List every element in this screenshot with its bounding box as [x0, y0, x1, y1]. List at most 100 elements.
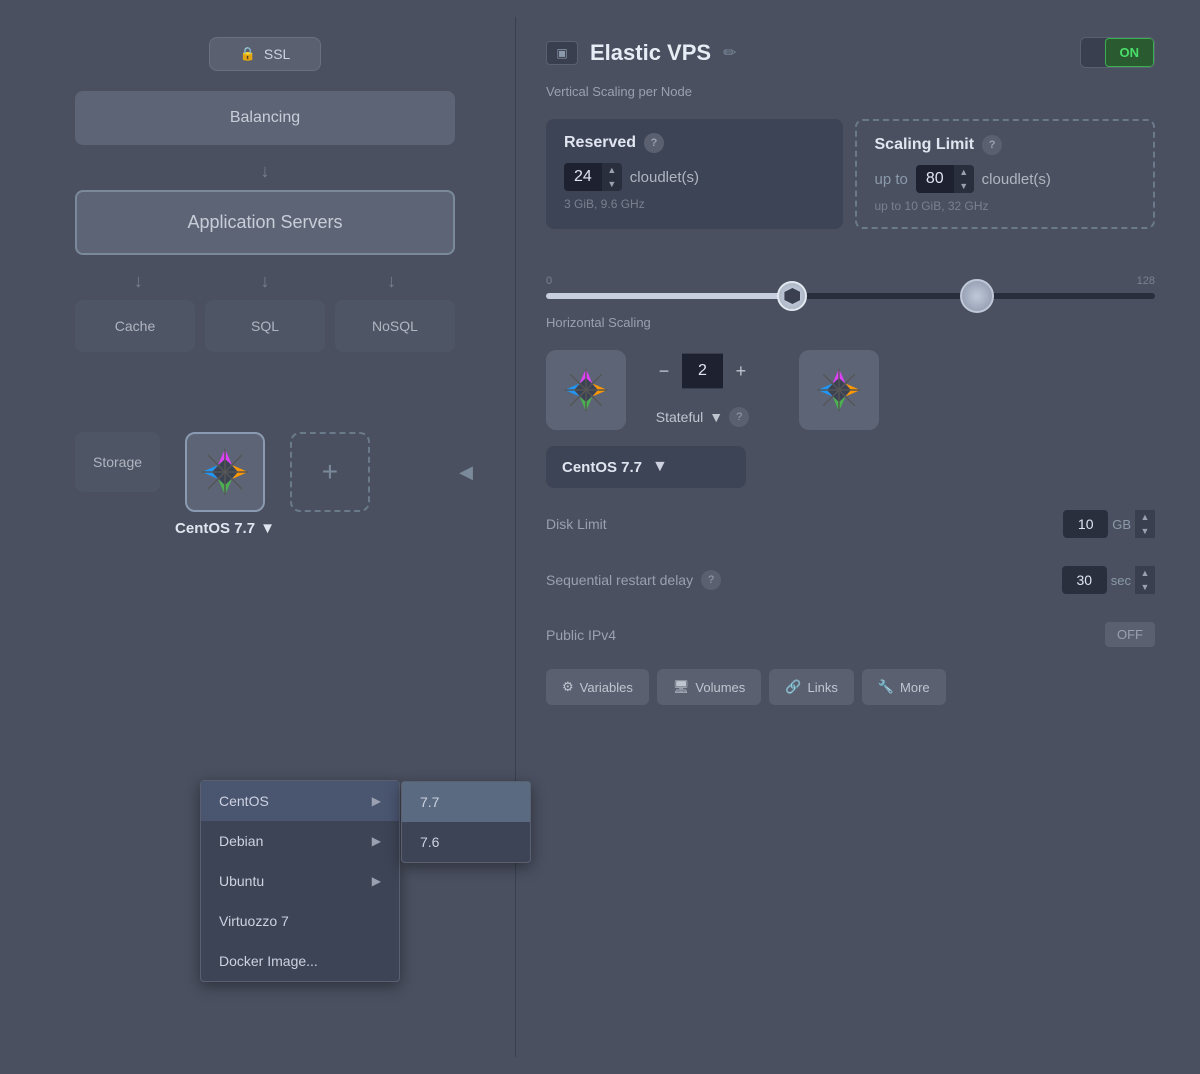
storage-button[interactable]: Storage	[75, 432, 160, 492]
cache-button[interactable]: Cache	[75, 300, 195, 352]
db-buttons-row: Cache SQL NoSQL	[75, 300, 455, 352]
h-scaling-row: − 2 + Stateful ▼ ?	[546, 350, 1155, 430]
menu-item-virtuozzo[interactable]: Virtuozzo 7	[201, 901, 399, 941]
restart-delay-value: 30	[1062, 566, 1107, 594]
docker-label: Docker Image...	[219, 953, 318, 969]
disk-limit-up[interactable]: ▲	[1135, 510, 1155, 524]
disk-limit-stepper: ▲ ▼	[1135, 510, 1155, 538]
volumes-label: Volumes	[695, 680, 745, 695]
panel-header: ▣ Elastic VPS ✏ ON	[546, 37, 1155, 68]
scaling-limit-arrows: ▲ ▼	[954, 165, 974, 193]
stateful-label: Stateful	[656, 409, 703, 425]
node-count-control: − 2 +	[646, 353, 759, 389]
menu-item-debian[interactable]: Debian ▶	[201, 821, 399, 861]
scaling-limit-title: Scaling Limit ?	[875, 135, 1136, 155]
restart-delay-help[interactable]: ?	[701, 570, 721, 590]
bottom-tabs: ⚙ Variables 🖥 Volumes 🔗 Links 🔧 More	[546, 669, 1155, 705]
ssl-button[interactable]: 🔒 SSL	[209, 37, 322, 71]
restart-delay-unit: sec	[1111, 573, 1131, 588]
centos-76[interactable]: 7.6	[402, 822, 530, 862]
scaling-limit-up[interactable]: ▲	[954, 165, 974, 179]
centos-label: CentOS	[219, 793, 269, 809]
tab-variables[interactable]: ⚙ Variables	[546, 669, 649, 705]
dropdown-chevron: ▼	[260, 520, 275, 537]
tab-volumes[interactable]: 🖥 Volumes	[657, 669, 761, 705]
add-node-button[interactable]: +	[290, 432, 370, 512]
slider-track[interactable]	[546, 293, 1155, 299]
sql-button[interactable]: SQL	[205, 300, 325, 352]
slider-max: 128	[1137, 275, 1155, 287]
menu-item-docker[interactable]: Docker Image...	[201, 941, 399, 981]
reserved-down[interactable]: ▼	[602, 177, 622, 191]
slider-scale-row: 0 128	[546, 275, 1155, 287]
tab-more[interactable]: 🔧 More	[862, 669, 946, 705]
scaling-limit-box: Scaling Limit ? up to 80 ▲ ▼ cloudlet(s)…	[855, 119, 1156, 229]
public-ipv4-label: Public IPv4	[546, 627, 616, 643]
os-selected-label: CentOS 7.7	[175, 520, 255, 537]
panel-title-area: ▣ Elastic VPS ✏	[546, 40, 736, 66]
bottom-row: Storage	[75, 432, 455, 537]
disk-limit-row: Disk Limit 10 GB ▲ ▼	[546, 504, 1155, 544]
slider-filled	[546, 293, 790, 299]
reserved-up[interactable]: ▲	[602, 163, 622, 177]
reserved-box: Reserved ? 24 ▲ ▼ cloudlet(s) 3 GiB, 9.6…	[546, 119, 843, 229]
terminal-icon: ▣	[546, 41, 578, 65]
slider-min: 0	[546, 275, 552, 287]
slider-handle-limit[interactable]	[960, 279, 994, 313]
variables-label: Variables	[580, 680, 633, 695]
arrow-connector: ◀	[459, 462, 473, 483]
scaling-row: Reserved ? 24 ▲ ▼ cloudlet(s) 3 GiB, 9.6…	[546, 119, 1155, 229]
nosql-button[interactable]: NoSQL	[335, 300, 455, 352]
reserved-label: Reserved	[564, 134, 636, 152]
restart-delay-up[interactable]: ▲	[1135, 566, 1155, 580]
restart-delay-down[interactable]: ▼	[1135, 580, 1155, 594]
scaling-limit-value: 80	[916, 165, 954, 193]
arrow-down-2: ↓	[134, 271, 143, 292]
scaling-limit-down[interactable]: ▼	[954, 179, 974, 193]
increase-count-button[interactable]: +	[723, 353, 759, 389]
os-selector[interactable]: CentOS 7.7 ▼	[546, 446, 746, 488]
centos-77[interactable]: 7.7	[402, 782, 530, 822]
os-dropdown-label[interactable]: CentOS 7.7 ▼	[175, 520, 275, 537]
reserved-info: 3 GiB, 9.6 GHz	[564, 197, 825, 211]
stateful-dropdown[interactable]: Stateful ▼ ?	[656, 407, 749, 427]
on-label: ON	[1105, 38, 1155, 67]
os-icon-box[interactable]	[185, 432, 265, 512]
os-dropdown-menu: CentOS ▶ 7.7 7.6 Debian ▶ Ubuntu	[200, 780, 400, 982]
restart-delay-label-text: Sequential restart delay	[546, 572, 693, 588]
volumes-icon: 🖥	[673, 679, 690, 695]
edit-icon[interactable]: ✏	[723, 43, 736, 63]
off-label	[1081, 38, 1105, 67]
scaling-limit-label: Scaling Limit	[875, 136, 975, 154]
menu-item-centos[interactable]: CentOS ▶ 7.7 7.6	[201, 781, 399, 821]
decrease-count-button[interactable]: −	[646, 353, 682, 389]
restart-delay-row: Sequential restart delay ? 30 sec ▲ ▼	[546, 560, 1155, 600]
app-servers-button[interactable]: Application Servers	[75, 190, 455, 255]
slider-container: 0 128	[546, 255, 1155, 299]
disk-limit-value: 10	[1063, 510, 1108, 538]
disk-limit-unit: GB	[1112, 517, 1131, 532]
reserved-title: Reserved ?	[564, 133, 825, 153]
balancing-button[interactable]: Balancing	[75, 91, 455, 145]
reserved-unit: cloudlet(s)	[630, 169, 699, 186]
stateful-chevron: ▼	[709, 409, 723, 425]
ssl-label: SSL	[264, 46, 290, 62]
centos-chevron: ▶	[372, 794, 381, 808]
slider-handle-reserved[interactable]	[777, 281, 807, 311]
restart-delay-control: 30 sec ▲ ▼	[1062, 566, 1155, 594]
debian-chevron: ▶	[372, 834, 381, 848]
scaling-limit-help-icon[interactable]: ?	[982, 135, 1002, 155]
stateful-help-icon[interactable]: ?	[729, 407, 749, 427]
arrow-down-1: ↓	[261, 161, 270, 182]
disk-limit-down[interactable]: ▼	[1135, 524, 1155, 538]
virtuozzo-label: Virtuozzo 7	[219, 913, 289, 929]
public-ipv4-toggle[interactable]: OFF	[1105, 622, 1155, 647]
reserved-help-icon[interactable]: ?	[644, 133, 664, 153]
on-toggle[interactable]: ON	[1080, 37, 1156, 68]
restart-delay-label: Sequential restart delay ?	[546, 570, 721, 590]
centos-submenu: 7.7 7.6	[401, 781, 531, 863]
lock-icon: 🔒	[240, 46, 256, 62]
arrow-down-3: ↓	[260, 271, 269, 292]
tab-links[interactable]: 🔗 Links	[769, 669, 854, 705]
menu-item-ubuntu[interactable]: Ubuntu ▶	[201, 861, 399, 901]
